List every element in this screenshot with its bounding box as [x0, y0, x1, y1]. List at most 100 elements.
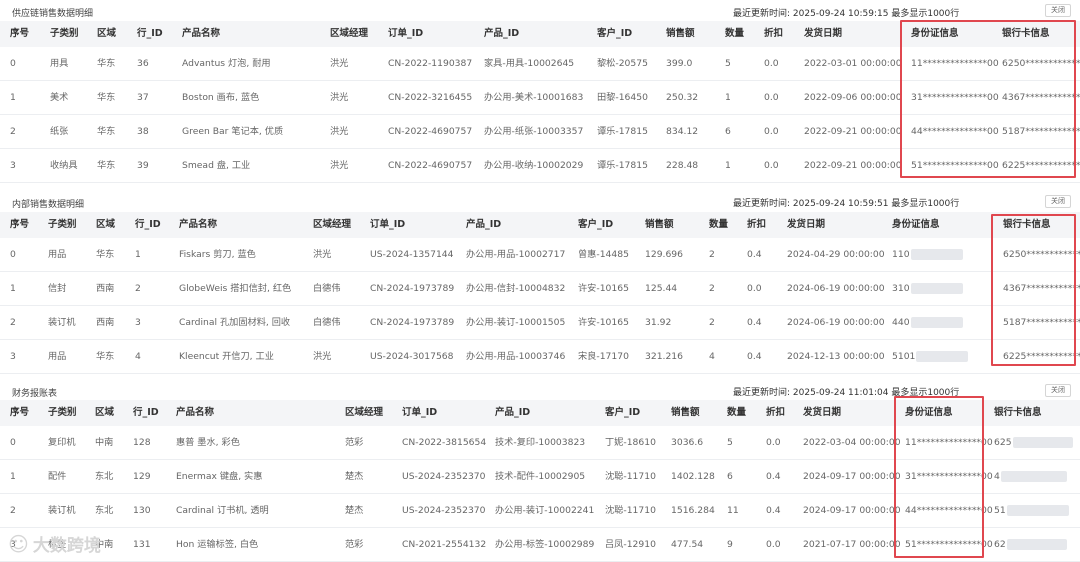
cell-disc: 0.4: [747, 249, 762, 260]
col-disc[interactable]: 折扣: [764, 21, 783, 47]
cell-order: CN-2022-3815654: [402, 437, 487, 448]
col-ship[interactable]: 发货日期: [803, 400, 841, 426]
table-row[interactable]: 0 复印机 中南 128 惠普 墨水, 彩色 范彩 CN-2022-381565…: [0, 426, 1080, 460]
watermark: ☺ 大数跨境: [8, 531, 105, 556]
cell-region: 西南: [96, 283, 115, 294]
col-order[interactable]: 订单_ID: [370, 212, 405, 238]
table-row[interactable]: 1 信封 西南 2 GlobeWeis 搭扣信封, 红色 白德伟 CN-2024…: [0, 272, 1080, 306]
col-region[interactable]: 区域: [95, 400, 114, 426]
cell-mgr: 楚杰: [345, 471, 364, 482]
col-rowid[interactable]: 行_ID: [135, 212, 161, 238]
col-prod[interactable]: 产品_ID: [495, 400, 530, 426]
cell-disc: 0.4: [747, 351, 762, 362]
col-order[interactable]: 订单_ID: [402, 400, 437, 426]
col-sales[interactable]: 销售额: [666, 21, 695, 47]
table-row[interactable]: 3 用品 华东 4 Kleencut 开信刀, 工业 洪光 US-2024-30…: [0, 340, 1080, 374]
cell-rowid: 131: [133, 539, 151, 550]
table-row[interactable]: 2 装订机 东北 130 Cardinal 订书机, 透明 楚杰 US-2024…: [0, 494, 1080, 528]
cell-idcard: 11**************00: [905, 437, 993, 448]
table-row[interactable]: 0 用具 华东 36 Advantus 灯泡, 耐用 洪光 CN-2022-11…: [0, 47, 1080, 81]
col-sales[interactable]: 销售额: [671, 400, 700, 426]
cell-qty: 6: [725, 126, 731, 137]
col-bank[interactable]: 银行卡信息: [994, 400, 1042, 426]
col-rowid[interactable]: 行_ID: [137, 21, 163, 47]
cell-seq: 2: [10, 126, 16, 137]
cell-sales: 321.216: [645, 351, 683, 362]
cell-seq: 0: [10, 249, 16, 260]
cell-pname: Boston 画布, 蓝色: [182, 92, 260, 103]
col-seq[interactable]: 序号: [10, 21, 29, 47]
panel-close-button[interactable]: 关闭: [1045, 4, 1071, 17]
panel-close-button[interactable]: 关闭: [1045, 195, 1071, 208]
col-pname[interactable]: 产品名称: [182, 21, 220, 47]
col-rowid[interactable]: 行_ID: [133, 400, 159, 426]
col-region[interactable]: 区域: [96, 212, 115, 238]
table-row[interactable]: 1 配件 东北 129 Enermax 键盘, 实惠 楚杰 US-2024-23…: [0, 460, 1080, 494]
col-idcard[interactable]: 身份证信息: [911, 21, 959, 47]
wechat-like-icon: ☺: [8, 532, 29, 556]
table-row[interactable]: 2 装订机 西南 3 Cardinal 孔加固材料, 回收 白德伟 CN-202…: [0, 306, 1080, 340]
cell-qty: 2: [709, 249, 715, 260]
col-cust[interactable]: 客户_ID: [597, 21, 632, 47]
col-bank[interactable]: 银行卡信息: [1003, 212, 1051, 238]
cell-ship: 2024-04-29 00:00:00: [787, 249, 885, 260]
cell-region: 东北: [95, 471, 114, 482]
cell-subcat: 装订机: [48, 317, 76, 328]
table-row[interactable]: 0 用品 华东 1 Fiskars 剪刀, 蓝色 洪光 US-2024-1357…: [0, 238, 1080, 272]
col-subcat[interactable]: 子类别: [48, 400, 77, 426]
col-mgr[interactable]: 区域经理: [345, 400, 383, 426]
col-qty[interactable]: 数量: [727, 400, 746, 426]
col-disc[interactable]: 折扣: [747, 212, 766, 238]
blurred-redaction: [910, 249, 963, 260]
col-region[interactable]: 区域: [97, 21, 116, 47]
col-disc[interactable]: 折扣: [766, 400, 785, 426]
col-mgr[interactable]: 区域经理: [330, 21, 368, 47]
col-cust[interactable]: 客户_ID: [605, 400, 640, 426]
cell-disc: 0.0: [764, 58, 779, 69]
col-order[interactable]: 订单_ID: [388, 21, 423, 47]
cell-disc: 0.4: [766, 471, 781, 482]
col-subcat[interactable]: 子类别: [48, 212, 77, 238]
cell-ship: 2022-09-21 00:00:00: [804, 160, 902, 171]
col-sales[interactable]: 销售额: [645, 212, 674, 238]
col-ship[interactable]: 发货日期: [787, 212, 825, 238]
cell-subcat: 美术: [50, 92, 69, 103]
col-idcard[interactable]: 身份证信息: [905, 400, 953, 426]
col-subcat[interactable]: 子类别: [50, 21, 79, 47]
cell-region: 华东: [97, 160, 116, 171]
cell-idcard: 51**************00: [911, 160, 999, 171]
col-pname[interactable]: 产品名称: [179, 212, 217, 238]
col-seq[interactable]: 序号: [10, 212, 29, 238]
col-prod[interactable]: 产品_ID: [466, 212, 501, 238]
col-qty[interactable]: 数量: [709, 212, 728, 238]
cell-pname: Kleencut 开信刀, 工业: [179, 351, 274, 362]
table-row[interactable]: 3 收纳具 华东 39 Smead 盘, 工业 洪光 CN-2022-46907…: [0, 149, 1080, 183]
panel-close-button[interactable]: 关闭: [1045, 384, 1071, 397]
cell-qty: 4: [709, 351, 715, 362]
col-idcard[interactable]: 身份证信息: [892, 212, 940, 238]
cell-order: CN-2022-4690757: [388, 126, 473, 137]
cell-idcard: 5101: [892, 340, 969, 374]
col-bank[interactable]: 银行卡信息: [1002, 21, 1050, 47]
col-seq[interactable]: 序号: [10, 400, 29, 426]
col-mgr[interactable]: 区域经理: [313, 212, 351, 238]
cell-pname: Enermax 键盘, 实惠: [176, 471, 263, 482]
cell-cust: 宋良-17170: [578, 351, 629, 362]
idcard-prefix: 440: [892, 317, 910, 328]
cell-ship: 2024-06-19 00:00:00: [787, 283, 885, 294]
cell-sales: 3036.6: [671, 437, 704, 448]
col-cust[interactable]: 客户_ID: [578, 212, 613, 238]
col-prod[interactable]: 产品_ID: [484, 21, 519, 47]
cell-prod: 办公用-信封-10004832: [466, 283, 566, 294]
col-pname[interactable]: 产品名称: [176, 400, 214, 426]
table-row[interactable]: 2 纸张 华东 38 Green Bar 笔记本, 优质 洪光 CN-2022-…: [0, 115, 1080, 149]
cell-order: US-2024-2352370: [402, 471, 486, 482]
cell-ship: 2022-09-21 00:00:00: [804, 126, 902, 137]
col-qty[interactable]: 数量: [725, 21, 744, 47]
panel-update-meta: 最近更新时间: 2025-09-24 10:59:15 最多显示1000行: [733, 9, 960, 19]
col-ship[interactable]: 发货日期: [804, 21, 842, 47]
table-row[interactable]: 1 美术 华东 37 Boston 画布, 蓝色 洪光 CN-2022-3216…: [0, 81, 1080, 115]
table-row[interactable]: 3 标签 中南 131 Hon 运输标签, 白色 范彩 CN-2021-2554…: [0, 528, 1080, 562]
cell-mgr: 洪光: [313, 351, 332, 362]
cell-bank: 6225************: [1003, 351, 1080, 362]
